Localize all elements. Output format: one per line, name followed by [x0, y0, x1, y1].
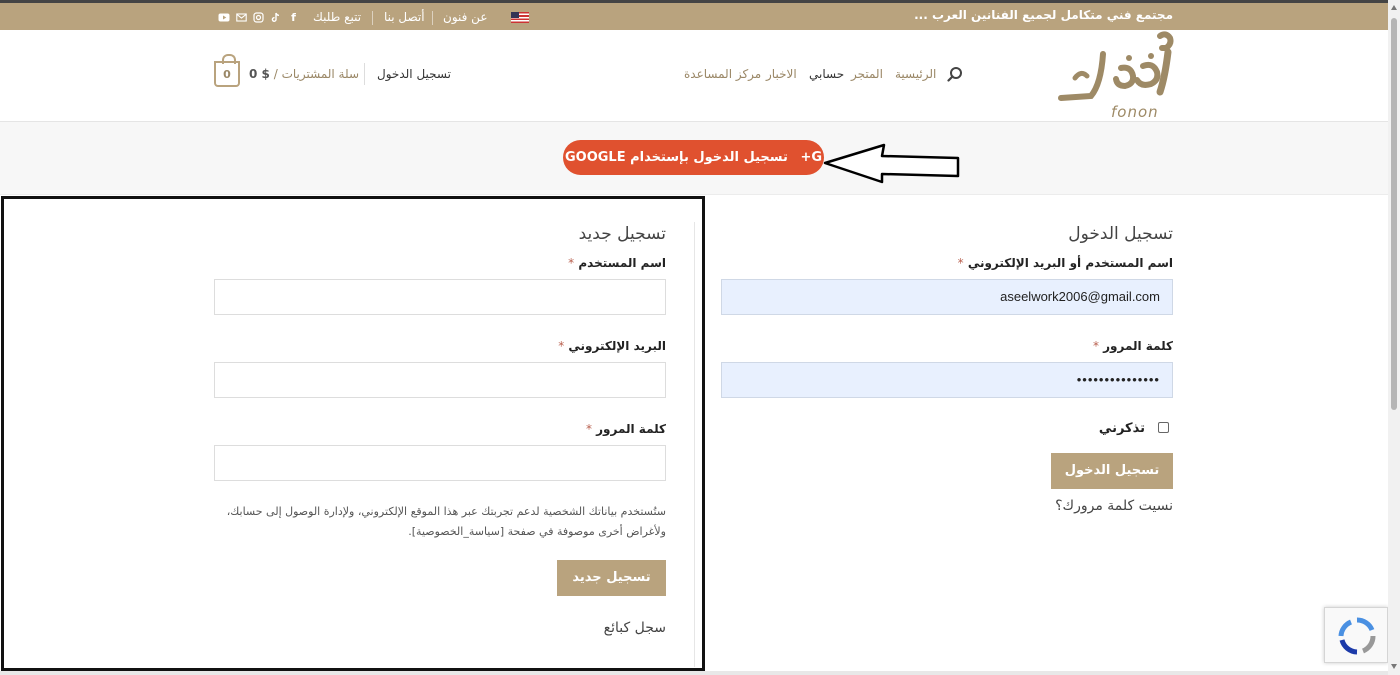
vertical-scrollbar[interactable]	[1388, 0, 1400, 675]
cart-amount: $ 0	[249, 67, 270, 81]
annotation-arrow-icon	[823, 143, 960, 184]
cart-label: سلة المشتريات /	[273, 67, 360, 81]
track-order-link[interactable]: تتبع طلبك	[313, 10, 361, 24]
cart-count: 0	[223, 68, 231, 81]
google-plus-icon: G+	[800, 150, 823, 165]
email-icon[interactable]	[236, 12, 247, 23]
label-text: كلمة المرور	[1103, 339, 1173, 353]
contact-link[interactable]: أتصل بنا	[384, 10, 425, 24]
site-header: fonon الرئيسية المتجر حسابي الاخبار مركز…	[0, 30, 1388, 122]
login-password-input[interactable]: •••••••••••••••	[721, 362, 1173, 398]
required-mark: *	[1092, 339, 1099, 353]
login-password-label: كلمة المرور *	[1093, 339, 1173, 353]
login-title: تسجيل الدخول	[1068, 224, 1173, 244]
login-username-label: اسم المستخدم أو البريد الإلكتروني *	[958, 256, 1173, 270]
header-login-link[interactable]: تسجيل الدخول	[377, 67, 451, 81]
nav-store[interactable]: المتجر	[851, 67, 883, 81]
remember-me-checkbox[interactable]	[1158, 422, 1169, 433]
site-logo[interactable]: fonon	[1055, 30, 1175, 122]
label-text: اسم المستخدم أو البريد الإلكتروني	[967, 256, 1173, 270]
youtube-icon[interactable]	[218, 12, 230, 23]
divider	[364, 63, 365, 85]
login-submit-button[interactable]: تسجيل الدخول	[1051, 453, 1173, 489]
nav-news[interactable]: الاخبار	[766, 67, 797, 81]
logo-latin-text: fonon	[1111, 103, 1159, 121]
cart-bag-icon[interactable]: 0	[214, 54, 240, 87]
tiktok-icon[interactable]	[270, 12, 281, 23]
nav-account[interactable]: حسابي	[809, 67, 844, 81]
search-icon[interactable]	[947, 66, 963, 82]
us-flag-icon[interactable]	[511, 12, 529, 23]
divider	[432, 11, 433, 25]
remember-me-label[interactable]: تذكرني	[1099, 421, 1145, 436]
site-tagline: مجتمع فني متكامل لجميع الفنانين العرب ..…	[914, 8, 1173, 22]
nav-help-center[interactable]: مركز المساعدة	[684, 67, 761, 81]
horizontal-scrollbar[interactable]	[0, 671, 1388, 675]
google-login-label: تسجيل الدخول بإستخدام GOOGLE	[564, 150, 788, 165]
logo-calligraphy-icon	[1058, 31, 1174, 101]
about-link[interactable]: عن فنون	[443, 10, 487, 24]
cart-link[interactable]: سلة المشتريات / $ 0	[249, 67, 359, 81]
scroll-up-icon[interactable]	[1391, 5, 1397, 10]
recaptcha-badge[interactable]	[1324, 607, 1388, 663]
social-login-band: G+ تسجيل الدخول بإستخدام GOOGLE	[0, 122, 1388, 195]
scroll-down-icon[interactable]	[1391, 664, 1397, 669]
page: مجتمع فني متكامل لجميع الفنانين العرب ..…	[0, 0, 1400, 675]
recaptcha-icon	[1338, 617, 1376, 655]
nav-home[interactable]: الرئيسية	[895, 67, 936, 81]
facebook-icon[interactable]: f	[288, 12, 299, 23]
top-bar: مجتمع فني متكامل لجميع الفنانين العرب ..…	[0, 0, 1388, 30]
instagram-icon[interactable]	[253, 12, 264, 23]
divider	[372, 11, 373, 25]
login-username-input[interactable]: aseelwork2006@gmail.com	[721, 279, 1173, 315]
forgot-password-link[interactable]: نسيت كلمة مرورك؟	[1055, 498, 1173, 514]
google-login-button[interactable]: G+ تسجيل الدخول بإستخدام GOOGLE	[563, 140, 824, 175]
highlight-frame	[1, 196, 705, 671]
required-mark: *	[957, 256, 964, 270]
scrollbar-thumb[interactable]	[1391, 18, 1397, 410]
